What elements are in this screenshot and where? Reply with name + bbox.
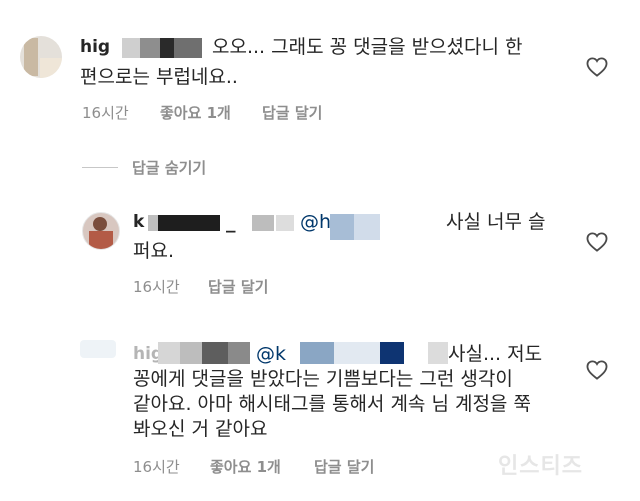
redacted-block: [122, 38, 140, 58]
comment-timestamp: 16시간: [133, 278, 180, 296]
likes-count[interactable]: 좋아요 1개: [210, 456, 281, 477]
redacted-block: [174, 38, 202, 58]
comment-timestamp: 16시간: [82, 104, 129, 122]
redacted-block: [334, 342, 380, 364]
comment-text: 오오... 그래도 꽁 댓글을 받으셨다니 한: [212, 36, 523, 58]
redacted-block: [202, 342, 228, 364]
comment-text: 봐오신 거 같아요: [133, 418, 268, 440]
reply-button[interactable]: 답글 달기: [208, 276, 268, 297]
redacted-block: [158, 215, 220, 231]
mention-link[interactable]: @h: [300, 208, 331, 237]
avatar[interactable]: [20, 36, 62, 78]
hide-replies-line: [82, 167, 118, 168]
redacted-block: [140, 38, 160, 58]
reply-button[interactable]: 답글 달기: [262, 102, 322, 123]
redacted-block: [252, 215, 274, 231]
redacted-block: [276, 215, 294, 231]
avatar[interactable]: [82, 212, 120, 250]
heart-icon[interactable]: [586, 232, 608, 252]
separator-text: _: [226, 211, 236, 233]
redacted-block: [158, 342, 180, 364]
comment-text: 편으로는 부럽네요..: [80, 66, 238, 88]
comment-username[interactable]: k: [133, 208, 144, 237]
redacted-block: [354, 214, 380, 240]
comment-timestamp: 16시간: [133, 458, 180, 476]
redacted-block: [300, 342, 334, 364]
comment-username[interactable]: hig: [80, 33, 110, 62]
heart-icon[interactable]: [586, 57, 608, 77]
heart-icon[interactable]: [586, 360, 608, 380]
redacted-block: [148, 215, 158, 231]
redacted-block: [380, 342, 404, 364]
watermark: 인스티즈: [498, 454, 583, 479]
redacted-block: [180, 342, 202, 364]
comment-text: 퍼요.: [133, 240, 174, 262]
likes-count[interactable]: 좋아요 1개: [160, 102, 231, 123]
redacted-block: [330, 214, 354, 240]
redacted-block: [160, 38, 174, 58]
hide-replies-button[interactable]: 답글 숨기기: [132, 157, 206, 178]
redacted-block: [428, 342, 448, 364]
redacted-block: [228, 342, 250, 364]
avatar[interactable]: [80, 340, 116, 358]
comment-text: 사실 너무 슬: [446, 211, 546, 233]
reply-button[interactable]: 답글 달기: [314, 456, 374, 477]
